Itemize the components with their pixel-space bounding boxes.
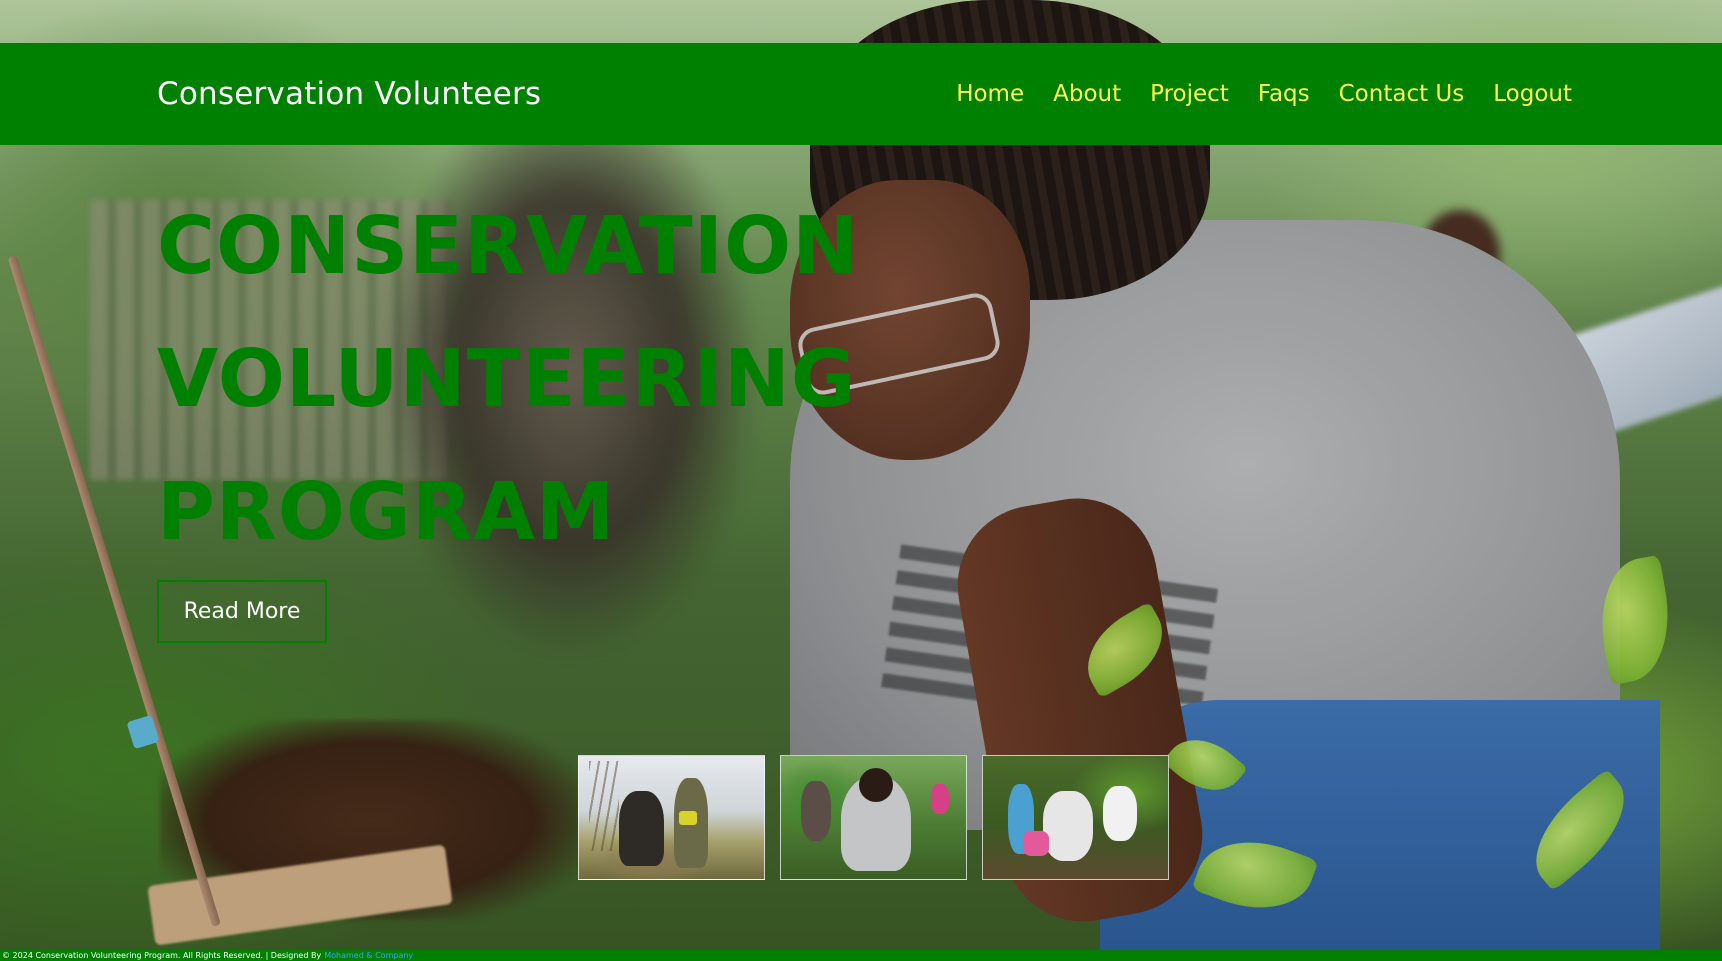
hero-title-line-2: VOLUNTEERING [157, 333, 857, 425]
nav-link-home[interactable]: Home [956, 81, 1024, 107]
main-nav: Home About Project Faqs Contact Us Logou… [956, 81, 1572, 107]
hero-title-line-3: PROGRAM [157, 466, 616, 558]
nav-link-about[interactable]: About [1053, 81, 1121, 107]
hero-title: CONSERVATION VOLUNTEERING PROGRAM [157, 180, 957, 579]
top-navbar: Conservation Volunteers Home About Proje… [0, 43, 1722, 145]
page: Conservation Volunteers Home About Proje… [0, 0, 1722, 961]
thumbnail-image-3[interactable] [982, 755, 1169, 880]
thumbnail-gallery [578, 755, 1169, 880]
nav-link-project[interactable]: Project [1150, 81, 1229, 107]
footer-designer-link[interactable]: Mohamed & Company [324, 951, 413, 960]
thumbnail-image-1[interactable] [578, 755, 765, 880]
footer-copyright: © 2024 Conservation Volunteering Program… [2, 951, 322, 960]
thumbnail-image-2[interactable] [780, 755, 967, 880]
nav-link-faqs[interactable]: Faqs [1258, 81, 1310, 107]
nav-link-logout[interactable]: Logout [1493, 81, 1572, 107]
page-footer: © 2024 Conservation Volunteering Program… [0, 950, 1722, 961]
nav-link-contact-us[interactable]: Contact Us [1339, 81, 1465, 107]
hero-title-line-1: CONSERVATION [157, 200, 860, 292]
read-more-button[interactable]: Read More [157, 580, 327, 643]
brand-logo-text[interactable]: Conservation Volunteers [157, 76, 541, 112]
